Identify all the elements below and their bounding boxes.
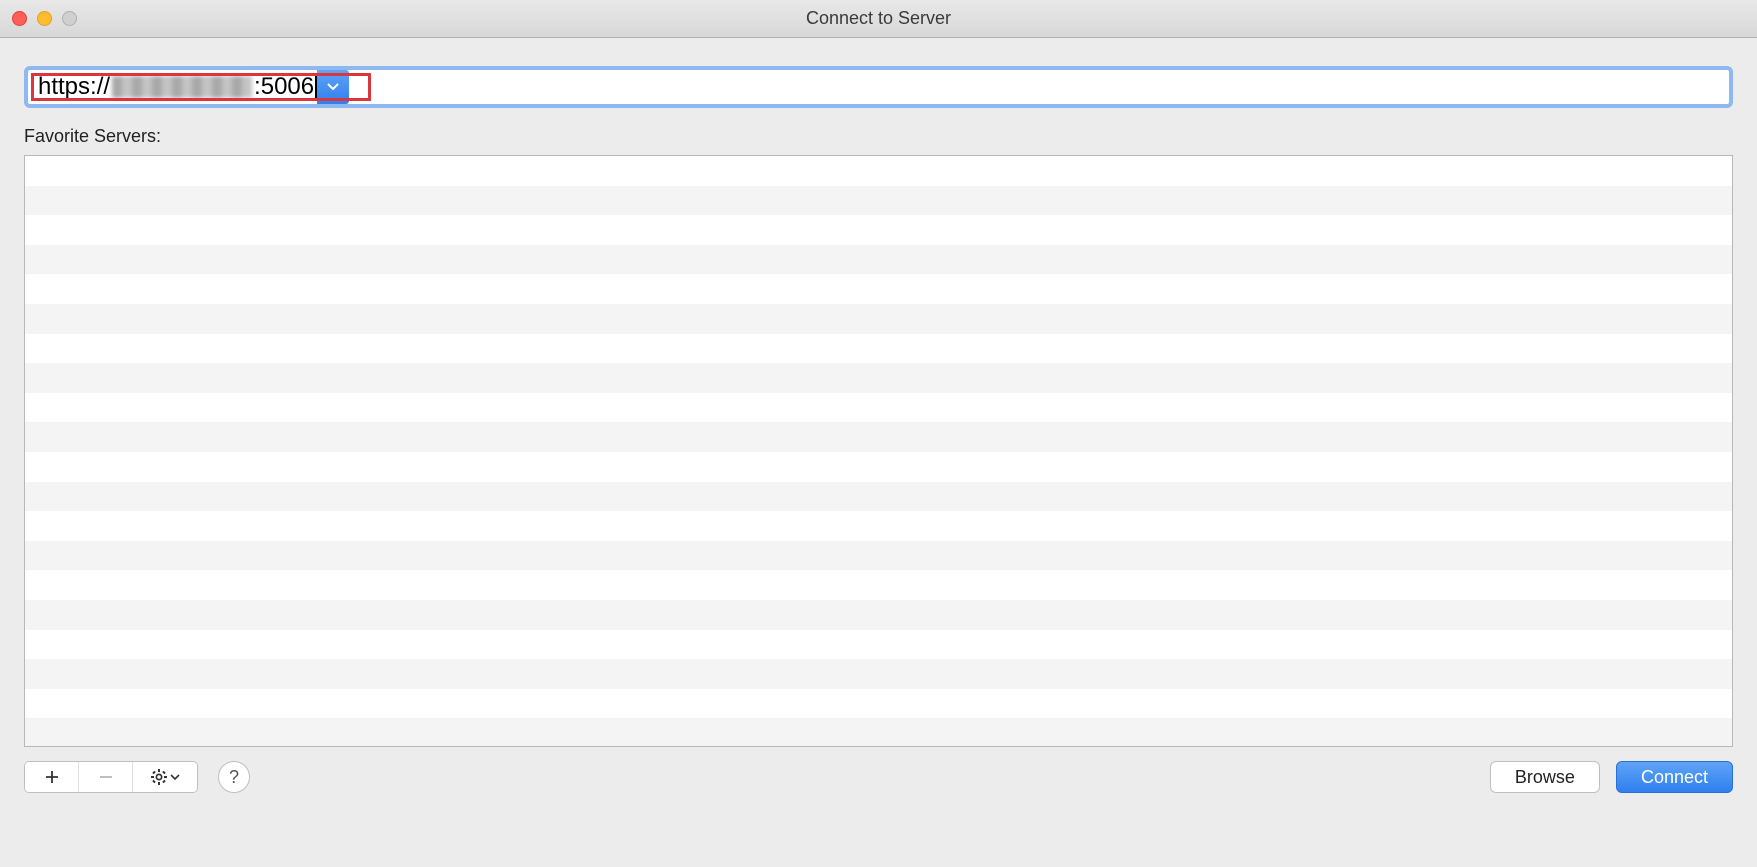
gear-icon	[150, 768, 168, 786]
list-row	[25, 304, 1732, 334]
add-favorite-button[interactable]	[25, 762, 79, 792]
favorites-list[interactable]	[24, 155, 1733, 747]
plus-icon	[44, 769, 60, 785]
list-row	[25, 718, 1732, 747]
list-row	[25, 245, 1732, 275]
browse-button[interactable]: Browse	[1490, 761, 1600, 793]
address-suffix: :5006	[254, 73, 314, 101]
list-row	[25, 482, 1732, 512]
list-row	[25, 630, 1732, 660]
minimize-window-button[interactable]	[37, 11, 52, 26]
list-row	[25, 541, 1732, 571]
close-window-button[interactable]	[12, 11, 27, 26]
server-address-row: https:// :5006	[24, 66, 1733, 108]
server-address-input[interactable]: https:// :5006	[28, 73, 317, 101]
list-row	[25, 600, 1732, 630]
list-row	[25, 511, 1732, 541]
list-row	[25, 363, 1732, 393]
window-title: Connect to Server	[806, 8, 951, 29]
list-row	[25, 659, 1732, 689]
list-row	[25, 422, 1732, 452]
bottom-toolbar: ? Browse Connect	[24, 761, 1733, 793]
favorites-actions-menu[interactable]	[133, 762, 197, 792]
minus-icon	[98, 769, 114, 785]
list-row	[25, 156, 1732, 186]
maximize-window-button[interactable]	[62, 11, 77, 26]
list-row	[25, 689, 1732, 719]
list-row	[25, 186, 1732, 216]
remove-favorite-button[interactable]	[79, 762, 133, 792]
list-row	[25, 570, 1732, 600]
server-address-combobox[interactable]: https:// :5006	[24, 66, 1733, 108]
address-prefix: https://	[38, 73, 110, 101]
connect-button[interactable]: Connect	[1616, 761, 1733, 793]
favorites-label: Favorite Servers:	[24, 126, 1733, 147]
help-button[interactable]: ?	[218, 761, 250, 793]
list-row	[25, 274, 1732, 304]
traffic-lights	[12, 11, 77, 26]
title-bar: Connect to Server	[0, 0, 1757, 38]
list-row	[25, 393, 1732, 423]
chevron-down-icon	[170, 774, 180, 781]
chevron-down-icon	[327, 83, 339, 91]
address-redacted-host	[112, 76, 252, 98]
list-row	[25, 334, 1732, 364]
address-history-dropdown[interactable]	[317, 70, 349, 104]
dialog-content: https:// :5006 Favorite Servers:	[0, 38, 1757, 813]
favorites-toolbar-group	[24, 761, 198, 793]
list-row	[25, 452, 1732, 482]
list-row	[25, 215, 1732, 245]
